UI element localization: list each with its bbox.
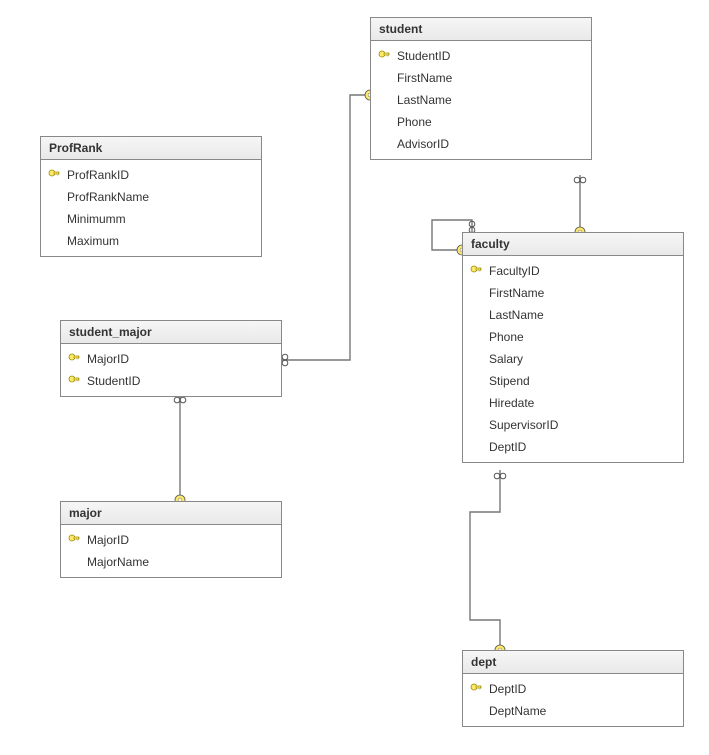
entity-student-major[interactable]: student_major MajorID StudentID [60,320,282,397]
column-list: MajorID MajorName [61,525,281,577]
entity-major[interactable]: major MajorID MajorName [60,501,282,578]
column-row: Phone [371,111,591,133]
column-list: FacultyID FirstName LastName Phone Salar… [463,256,683,462]
column-name: FirstName [489,284,677,302]
pk-key-icon [377,50,391,62]
column-name: Phone [397,113,585,131]
column-name: FirstName [397,69,585,87]
column-row: SupervisorID [463,414,683,436]
column-name: DeptName [489,702,677,720]
entity-faculty[interactable]: faculty FacultyID FirstName LastName Pho… [462,232,684,463]
column-row: LastName [371,89,591,111]
column-row: DeptName [463,700,683,722]
column-list: ProfRankID ProfRankName Minimumm Maximum [41,160,261,256]
column-row: Stipend [463,370,683,392]
column-name: ProfRankName [67,188,255,206]
column-row: Minimumm [41,208,261,230]
entity-title: ProfRank [41,137,261,160]
column-name: Maximum [67,232,255,250]
entity-student[interactable]: student StudentID FirstName LastName Pho… [370,17,592,160]
column-name: MajorID [87,350,275,368]
column-list: DeptID DeptName [463,674,683,726]
column-name: LastName [489,306,677,324]
pk-key-icon [67,353,81,365]
pk-key-icon [67,534,81,546]
column-name: StudentID [397,47,585,65]
column-name: Stipend [489,372,677,390]
entity-title: faculty [463,233,683,256]
column-name: Hiredate [489,394,677,412]
column-name: FacultyID [489,262,677,280]
column-row: MajorName [61,551,281,573]
column-row: DeptID [463,436,683,458]
column-name: AdvisorID [397,135,585,153]
column-row: ProfRankName [41,186,261,208]
column-name: ProfRankID [67,166,255,184]
pk-key-icon [469,683,483,695]
pk-key-icon [67,375,81,387]
column-name: Phone [489,328,677,346]
column-row: Maximum [41,230,261,252]
column-row: StudentID [61,370,281,392]
column-row: Phone [463,326,683,348]
entity-title: student_major [61,321,281,344]
column-row: StudentID [371,45,591,67]
column-row: AdvisorID [371,133,591,155]
column-row: FirstName [371,67,591,89]
column-row: FacultyID [463,260,683,282]
column-name: Minimumm [67,210,255,228]
column-name: MajorID [87,531,275,549]
column-row: ProfRankID [41,164,261,186]
column-name: LastName [397,91,585,109]
column-name: MajorName [87,553,275,571]
column-row: MajorID [61,348,281,370]
entity-dept[interactable]: dept DeptID DeptName [462,650,684,727]
column-name: DeptID [489,438,677,456]
column-row: FirstName [463,282,683,304]
column-list: StudentID FirstName LastName Phone Advis… [371,41,591,159]
column-name: StudentID [87,372,275,390]
pk-key-icon [47,169,61,181]
column-row: Salary [463,348,683,370]
column-name: Salary [489,350,677,368]
entity-title: major [61,502,281,525]
column-name: DeptID [489,680,677,698]
column-row: LastName [463,304,683,326]
column-row: DeptID [463,678,683,700]
entity-profrank[interactable]: ProfRank ProfRankID ProfRankName Minimum… [40,136,262,257]
column-row: MajorID [61,529,281,551]
column-name: SupervisorID [489,416,677,434]
pk-key-icon [469,265,483,277]
entity-title: student [371,18,591,41]
column-list: MajorID StudentID [61,344,281,396]
entity-title: dept [463,651,683,674]
column-row: Hiredate [463,392,683,414]
